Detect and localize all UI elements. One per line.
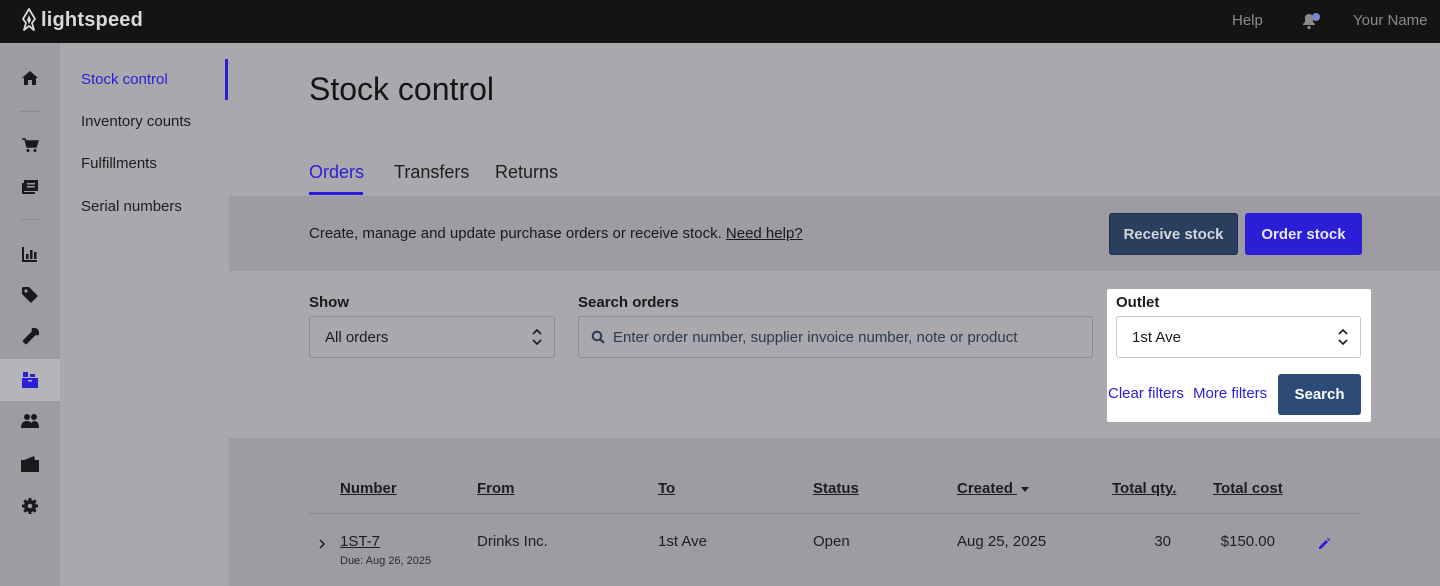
chevron-right-icon[interactable]	[318, 538, 326, 550]
order-to: 1st Ave	[658, 533, 707, 550]
search-icon	[591, 330, 605, 344]
order-total-qty: 30	[1154, 533, 1171, 550]
column-header-to[interactable]: To	[658, 480, 675, 497]
tab-returns[interactable]: Returns	[495, 162, 558, 183]
receive-stock-button[interactable]: Receive stock	[1109, 213, 1238, 255]
show-label: Show	[309, 294, 349, 311]
main-content: Stock control Orders Transfers Returns C…	[229, 43, 1440, 586]
info-bar: Create, manage and update purchase order…	[229, 196, 1440, 271]
column-header-total-qty[interactable]: Total qty.	[1112, 480, 1176, 497]
column-header-number[interactable]: Number	[340, 480, 397, 497]
outlet-label: Outlet	[1116, 294, 1160, 311]
subnav-item-stock-control[interactable]: Stock control	[81, 71, 168, 88]
need-help-link[interactable]: Need help?	[726, 225, 803, 242]
filter-panel: Show All orders Search orders Enter orde…	[229, 271, 1440, 438]
wrench-icon[interactable]	[0, 316, 60, 358]
outlet-filter-panel: Outlet 1st Ave Clear filters More filter…	[1107, 289, 1371, 422]
outlet-select[interactable]: 1st Ave	[1116, 316, 1361, 358]
order-number-link[interactable]: 1ST-7	[340, 533, 380, 550]
outlet-select-value: 1st Ave	[1132, 328, 1181, 346]
order-status: Open	[813, 533, 850, 550]
active-nav-indicator	[225, 59, 228, 100]
edit-pencil-icon[interactable]	[1317, 537, 1331, 551]
secondary-nav: Stock control Inventory counts Fulfillme…	[60, 43, 229, 586]
help-link[interactable]: Help	[1232, 12, 1263, 29]
column-header-status[interactable]: Status	[813, 480, 859, 497]
inventory-icon[interactable]	[0, 359, 60, 401]
select-arrows-icon	[532, 328, 542, 346]
reports-icon[interactable]	[0, 233, 60, 275]
clear-filters-link[interactable]: Clear filters	[1108, 385, 1184, 402]
more-filters-link[interactable]: More filters	[1193, 385, 1267, 402]
brand-name: lightspeed	[41, 8, 144, 31]
subnav-item-inventory-counts[interactable]: Inventory counts	[81, 113, 191, 130]
nav-divider	[19, 111, 41, 112]
column-header-created[interactable]: Created	[957, 480, 1030, 497]
page-title: Stock control	[309, 71, 494, 107]
customers-icon[interactable]	[0, 400, 60, 442]
order-created: Aug 25, 2025	[957, 533, 1047, 550]
primary-nav-rail	[0, 43, 60, 586]
show-select-value: All orders	[325, 328, 389, 346]
user-name[interactable]: Your Name	[1353, 12, 1428, 29]
tab-orders[interactable]: Orders	[309, 162, 364, 183]
order-total-cost: $150.00	[1220, 533, 1275, 550]
column-header-from[interactable]: From	[477, 480, 515, 497]
active-tab-underline	[309, 192, 363, 195]
subnav-item-fulfillments[interactable]: Fulfillments	[81, 155, 157, 172]
search-orders-label: Search orders	[578, 294, 679, 311]
nav-divider	[19, 219, 41, 220]
search-placeholder: Enter order number, supplier invoice num…	[613, 328, 1018, 346]
sort-desc-icon	[1021, 487, 1030, 492]
brand-logo[interactable]: lightspeed	[20, 8, 143, 32]
header-divider	[309, 513, 1362, 514]
select-arrows-icon	[1338, 328, 1348, 346]
order-due-date: Due: Aug 26, 2025	[340, 555, 432, 567]
settings-icon[interactable]	[0, 485, 60, 527]
top-bar: lightspeed Help Your Name	[0, 0, 1440, 43]
wallet-icon[interactable]	[0, 443, 60, 485]
tag-icon[interactable]	[0, 274, 60, 316]
tab-transfers[interactable]: Transfers	[394, 162, 469, 183]
register-icon[interactable]	[0, 166, 60, 208]
search-orders-input[interactable]: Enter order number, supplier invoice num…	[578, 316, 1093, 358]
notification-bell-icon[interactable]	[1300, 12, 1322, 35]
home-icon[interactable]	[0, 57, 60, 99]
lightspeed-flame-icon	[22, 8, 36, 31]
show-select[interactable]: All orders	[309, 316, 555, 358]
subnav-item-serial-numbers[interactable]: Serial numbers	[81, 198, 182, 215]
order-from: Drinks Inc.	[477, 533, 548, 550]
order-stock-button[interactable]: Order stock	[1245, 213, 1362, 255]
search-button[interactable]: Search	[1278, 374, 1361, 415]
column-header-total-cost[interactable]: Total cost	[1213, 480, 1283, 497]
info-text: Create, manage and update purchase order…	[309, 225, 803, 242]
orders-table: Number From To Status Created Total qty.…	[229, 438, 1440, 586]
info-description: Create, manage and update purchase order…	[309, 225, 722, 242]
cart-icon[interactable]	[0, 124, 60, 166]
column-header-created-label: Created	[957, 480, 1013, 497]
